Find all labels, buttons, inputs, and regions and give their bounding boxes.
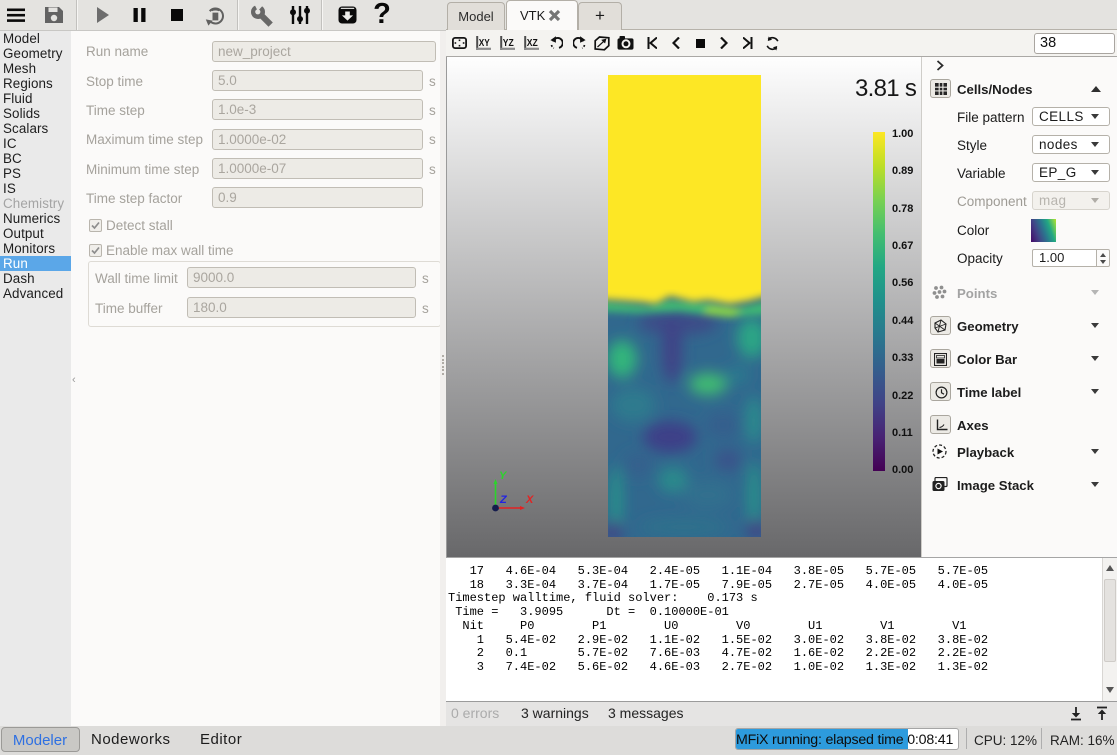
svg-text:Y: Y bbox=[499, 470, 508, 482]
svg-text:X: X bbox=[525, 494, 534, 506]
svg-text:XZ: XZ bbox=[527, 37, 538, 49]
svg-text:YZ: YZ bbox=[503, 37, 514, 49]
svg-text:XY: XY bbox=[479, 37, 490, 49]
svg-text:Z: Z bbox=[499, 494, 508, 506]
